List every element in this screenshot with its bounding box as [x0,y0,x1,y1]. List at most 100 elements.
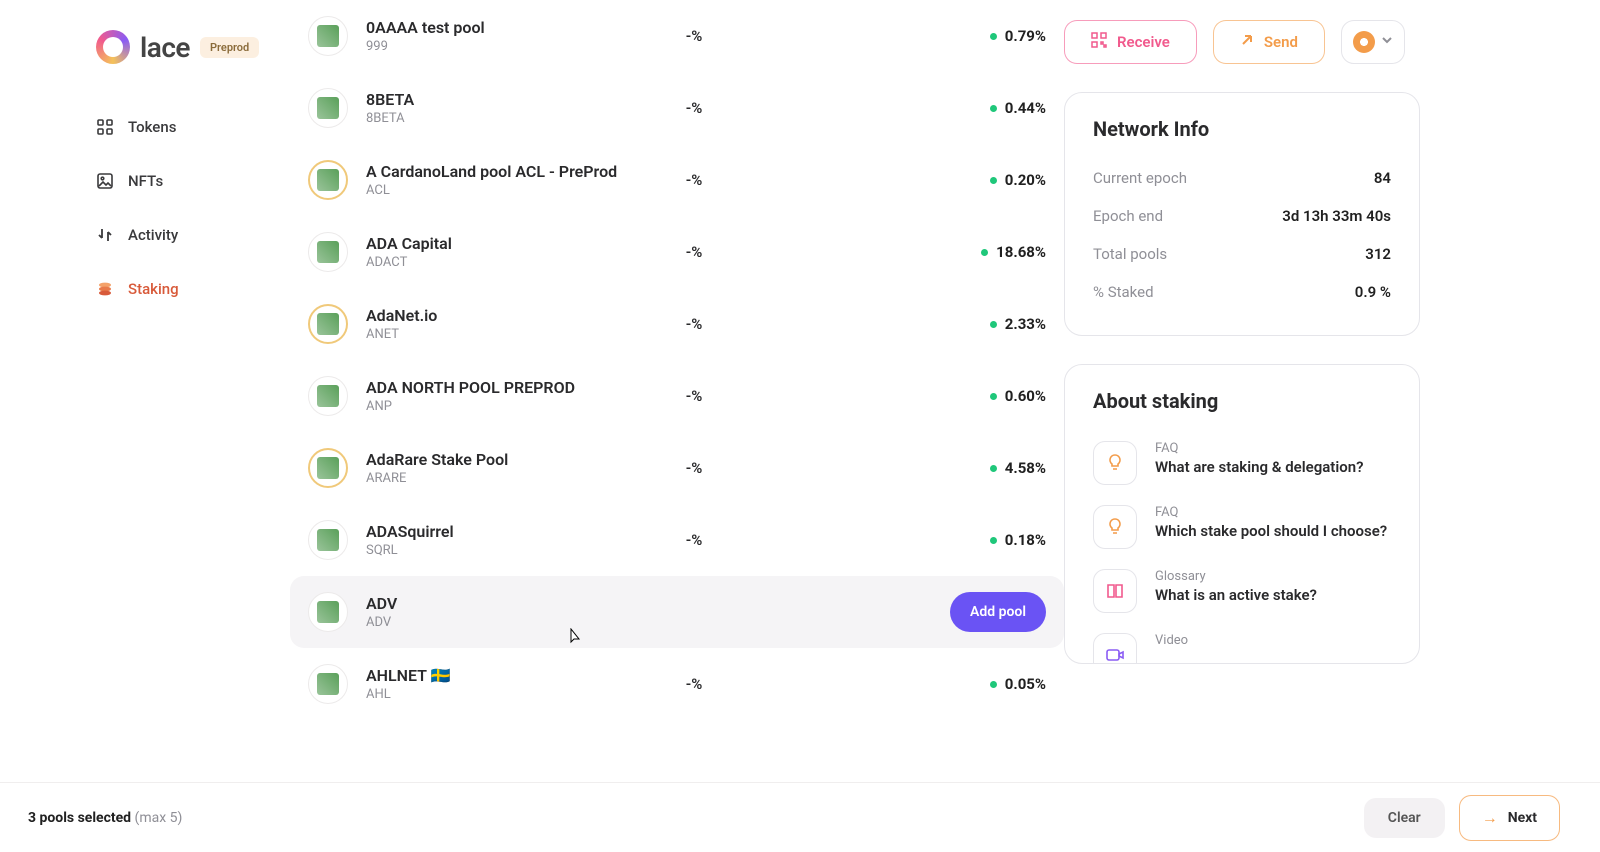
pool-avatar-icon [308,16,348,56]
status-dot-icon [990,465,997,472]
network-info-title: Network Info [1093,117,1391,141]
brand-name: lace [140,31,190,64]
pool-ticker: ACL [366,183,646,198]
about-item-category: FAQ [1155,505,1387,520]
pool-row[interactable]: A CardanoLand pool ACL - PreProd ACL -% … [290,144,1064,216]
pool-row[interactable]: 0AAAA test pool 999 -% 0.79% [290,0,1064,72]
pool-row[interactable]: AdaNet.io ANET -% 2.33% [290,288,1064,360]
sidebar-item-label: Staking [128,280,179,298]
pool-ros-value: 18.68% [996,243,1046,261]
add-pool-button[interactable]: Add pool [950,592,1046,632]
pool-ros-value: 0.44% [1005,99,1046,117]
pool-ros: 0.18% [956,531,1046,549]
info-value: 84 [1374,169,1391,187]
account-menu-button[interactable] [1341,20,1405,64]
about-item[interactable]: Video [1093,623,1391,664]
activity-icon [96,226,114,244]
pool-name: 0AAAA test pool [366,18,646,37]
topbar: Receive Send [1064,20,1420,64]
pool-name-block: AdaNet.io ANET [366,306,646,342]
about-item[interactable]: FAQ What are staking & delegation? [1093,431,1391,495]
pool-list: 0AAAA test pool 999 -% 0.79% 8BETA 8BETA… [290,0,1064,852]
pool-ros-value: 0.05% [1005,675,1046,693]
pool-row[interactable]: ADA Capital ADACT -% 18.68% [290,216,1064,288]
info-value: 0.9 % [1355,283,1391,301]
pool-name-block: AHLNET 🇸🇪 AHL [366,666,646,702]
sidebar-item-label: NFTs [128,172,163,190]
next-label: Next [1508,810,1537,826]
pool-avatar-icon [308,448,348,488]
about-item-text: FAQ What are staking & delegation? [1155,441,1363,476]
info-value: 3d 13h 33m 40s [1282,207,1391,225]
about-staking-panel: About staking FAQ What are staking & del… [1064,364,1420,664]
pool-ros: 0.79% [956,27,1046,45]
about-item-category: Glossary [1155,569,1317,584]
sidebar-item-activity[interactable]: Activity [96,226,266,244]
pool-ros-value: 0.79% [1005,27,1046,45]
pool-ros: 0.44% [956,99,1046,117]
pool-name: 8BETA [366,90,646,109]
env-badge: Preprod [200,37,259,58]
pool-ticker: ANET [366,327,646,342]
arrow-up-right-icon [1240,33,1254,51]
pool-col-value: -% [664,675,724,693]
pool-col-value: -% [664,27,724,45]
pool-ros-value: 0.60% [1005,387,1046,405]
about-item[interactable]: FAQ Which stake pool should I choose? [1093,495,1391,559]
pool-col-value: -% [664,171,724,189]
pool-name-block: ADV ADV [366,594,646,630]
avatar-icon [1353,31,1375,53]
about-staking-title: About staking [1093,389,1391,413]
pool-avatar-icon [308,592,348,632]
sidebar-item-tokens[interactable]: Tokens [96,118,266,136]
sidebar-item-nfts[interactable]: NFTs [96,172,266,190]
pool-ros-value: 0.20% [1005,171,1046,189]
pool-row[interactable]: AHLNET 🇸🇪 AHL -% 0.05% [290,648,1064,720]
about-item-category: Video [1155,633,1188,648]
pool-row[interactable]: ADASquirrel SQRL -% 0.18% [290,504,1064,576]
bulb-icon [1093,441,1137,485]
pool-avatar-icon [308,664,348,704]
pool-name-block: ADASquirrel SQRL [366,522,646,558]
about-item-text: FAQ Which stake pool should I choose? [1155,505,1387,540]
pool-name: ADA Capital [366,234,646,253]
pool-name-block: 8BETA 8BETA [366,90,646,126]
about-item[interactable]: Glossary What is an active stake? [1093,559,1391,623]
info-value: 312 [1365,245,1391,263]
send-button[interactable]: Send [1213,20,1325,64]
status-dot-icon [990,321,997,328]
status-dot-icon [990,393,997,400]
send-label: Send [1264,33,1298,51]
pool-row[interactable]: AdaRare Stake Pool ARARE -% 4.58% [290,432,1064,504]
sidebar-item-staking[interactable]: Staking [96,280,266,298]
right-column: Receive Send Network Info Current epoch 8… [1064,0,1420,852]
network-info-row: % Staked0.9 % [1093,273,1391,311]
pool-row[interactable]: 8BETA 8BETA -% 0.44% [290,72,1064,144]
next-button[interactable]: → Next [1459,795,1560,841]
network-info-row: Current epoch 84 [1093,159,1391,197]
pool-ros: 4.58% [956,459,1046,477]
pool-ticker: ADV [366,615,646,630]
pool-row[interactable]: ADA NORTH POOL PREPROD ANP -% 0.60% [290,360,1064,432]
pool-name: A CardanoLand pool ACL - PreProd [366,162,646,181]
pool-name: ADV [366,594,646,613]
pool-col-value: -% [664,531,724,549]
pool-ticker: 999 [366,39,646,54]
receive-button[interactable]: Receive [1064,20,1197,64]
footer-max: (max 5) [131,810,182,826]
info-label: Total pools [1093,245,1167,263]
about-item-text: Video [1155,633,1188,650]
pool-name: ADASquirrel [366,522,646,541]
info-label: Current epoch [1093,169,1187,187]
clear-button[interactable]: Clear [1364,798,1445,838]
status-dot-icon [990,177,997,184]
staking-icon [96,280,114,298]
pool-row[interactable]: ADV ADV Add pool [290,576,1064,648]
pool-name-block: ADA NORTH POOL PREPROD ANP [366,378,646,414]
pool-ros-value: 4.58% [1005,459,1046,477]
pool-name-block: AdaRare Stake Pool ARARE [366,450,646,486]
receive-label: Receive [1117,33,1170,51]
pool-ros: 2.33% [956,315,1046,333]
brand-logo-icon [96,30,130,64]
tokens-icon [96,118,114,136]
